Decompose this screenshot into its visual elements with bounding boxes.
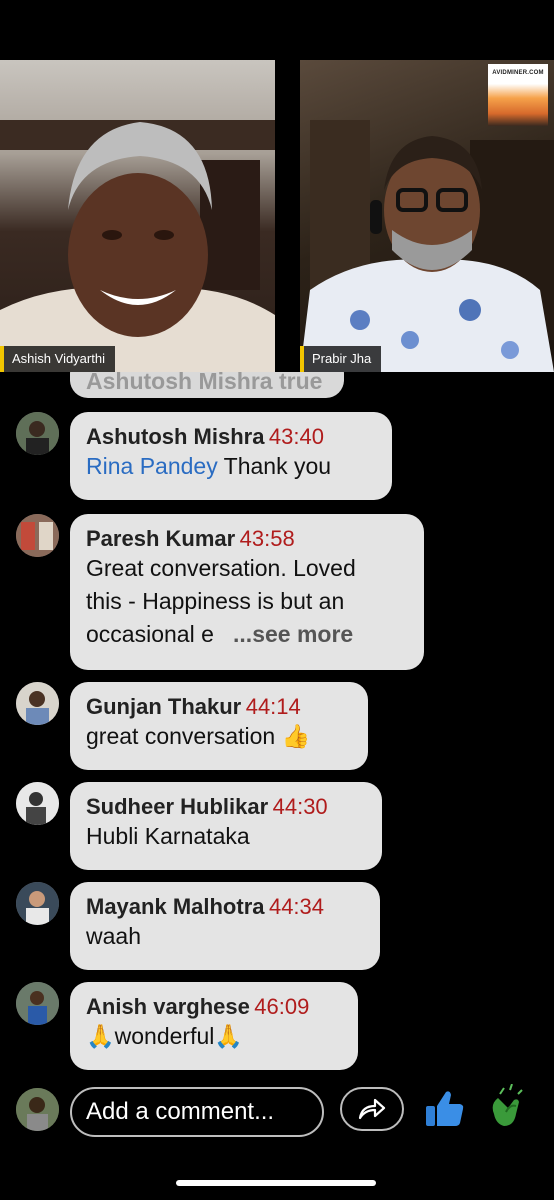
comment-bubble[interactable]: Sudheer Hublikar 44:30 Hubli Karnataka <box>70 782 382 870</box>
clapping-hands-icon <box>492 1083 523 1126</box>
comment-item: Mayank Malhotra 44:34 waah <box>0 882 554 970</box>
home-indicator[interactable] <box>176 1180 376 1186</box>
thumbs-up-icon <box>426 1091 464 1126</box>
commenter-name[interactable]: Ashutosh Mishra <box>86 424 264 449</box>
comment-item: Sudheer Hublikar 44:30 Hubli Karnataka <box>0 782 554 870</box>
avatar[interactable] <box>16 412 59 455</box>
video-tile-right[interactable]: AVIDMINER.COM Prabir Jha <box>300 60 554 372</box>
avatar[interactable] <box>16 882 59 925</box>
comment-timestamp[interactable]: 43:58 <box>240 526 295 551</box>
avatar[interactable] <box>16 682 59 725</box>
share-button[interactable] <box>340 1087 404 1131</box>
comment-item: Ashutosh Mishra 43:40 Rina Pandey Thank … <box>0 412 554 502</box>
comment-text-line: this - Happiness is but an <box>86 588 345 614</box>
like-button[interactable] <box>420 1084 468 1132</box>
see-more-link[interactable]: ...see more <box>233 621 353 647</box>
comment-text-line: occasional e ...see more <box>86 621 354 647</box>
add-comment-input[interactable]: Add a comment... <box>70 1087 324 1137</box>
commenter-name[interactable]: Mayank Malhotra <box>86 894 265 919</box>
comment-text: Hubli Karnataka <box>86 823 250 849</box>
comment-bubble[interactable]: Gunjan Thakur 44:14 great conversation 👍 <box>70 682 368 770</box>
comment-text: 🙏wonderful🙏 <box>86 1023 244 1049</box>
comment-bubble[interactable]: Ashutosh Mishra 43:40 Rina Pandey Thank … <box>70 412 392 500</box>
commenter-name[interactable]: Paresh Kumar <box>86 526 235 551</box>
comment-bubble[interactable]: Mayank Malhotra 44:34 waah <box>70 882 380 970</box>
channel-logo: AVIDMINER.COM <box>488 64 548 126</box>
commenter-name[interactable]: Anish varghese <box>86 994 250 1019</box>
speaker-name-right: Prabir Jha <box>300 346 382 372</box>
comment-text: waah <box>86 923 141 949</box>
comment-timestamp[interactable]: 44:34 <box>269 894 324 919</box>
comment-item: Gunjan Thakur 44:14 great conversation 👍 <box>0 682 554 770</box>
comment-text-line: Great conversation. Loved <box>86 555 356 581</box>
comment-bubble[interactable]: Anish varghese 46:09 🙏wonderful🙏 <box>70 982 358 1070</box>
my-avatar[interactable] <box>16 1088 59 1131</box>
comment-text: Rina Pandey Thank you <box>86 453 332 479</box>
comment-timestamp[interactable]: 46:09 <box>254 994 309 1019</box>
comment-timestamp[interactable]: 44:30 <box>273 794 328 819</box>
partial-comment-bubble: Ashutosh Mishra true <box>70 372 344 398</box>
speaker-name-left: Ashish Vidyarthi <box>0 346 115 372</box>
clap-button[interactable] <box>484 1083 532 1132</box>
video-stage: Ashish Vidyarthi AVIDMINER.COM Prabir Jh… <box>0 60 554 372</box>
avatar[interactable] <box>16 782 59 825</box>
comment-list[interactable]: Ashutosh Mishra true Ashutosh Mishra 43:… <box>0 372 554 1080</box>
share-arrow-icon <box>358 1098 386 1120</box>
comment-timestamp[interactable]: 43:40 <box>269 424 324 449</box>
video-tile-left[interactable]: Ashish Vidyarthi <box>0 60 275 372</box>
avatar[interactable] <box>16 982 59 1025</box>
comment-composer: Add a comment... <box>0 1082 554 1148</box>
commenter-name[interactable]: Gunjan Thakur <box>86 694 241 719</box>
commenter-name[interactable]: Sudheer Hublikar <box>86 794 268 819</box>
comment-text: great conversation 👍 <box>86 723 311 749</box>
comment-item: Anish varghese 46:09 🙏wonderful🙏 <box>0 982 554 1070</box>
avatar[interactable] <box>16 514 59 557</box>
comment-item: Paresh Kumar 43:58 Great conversation. L… <box>0 514 554 672</box>
comment-bubble[interactable]: Paresh Kumar 43:58 Great conversation. L… <box>70 514 424 670</box>
comment-timestamp[interactable]: 44:14 <box>246 694 301 719</box>
mention-link[interactable]: Rina Pandey <box>86 453 218 479</box>
speaker-video-left <box>0 120 275 372</box>
